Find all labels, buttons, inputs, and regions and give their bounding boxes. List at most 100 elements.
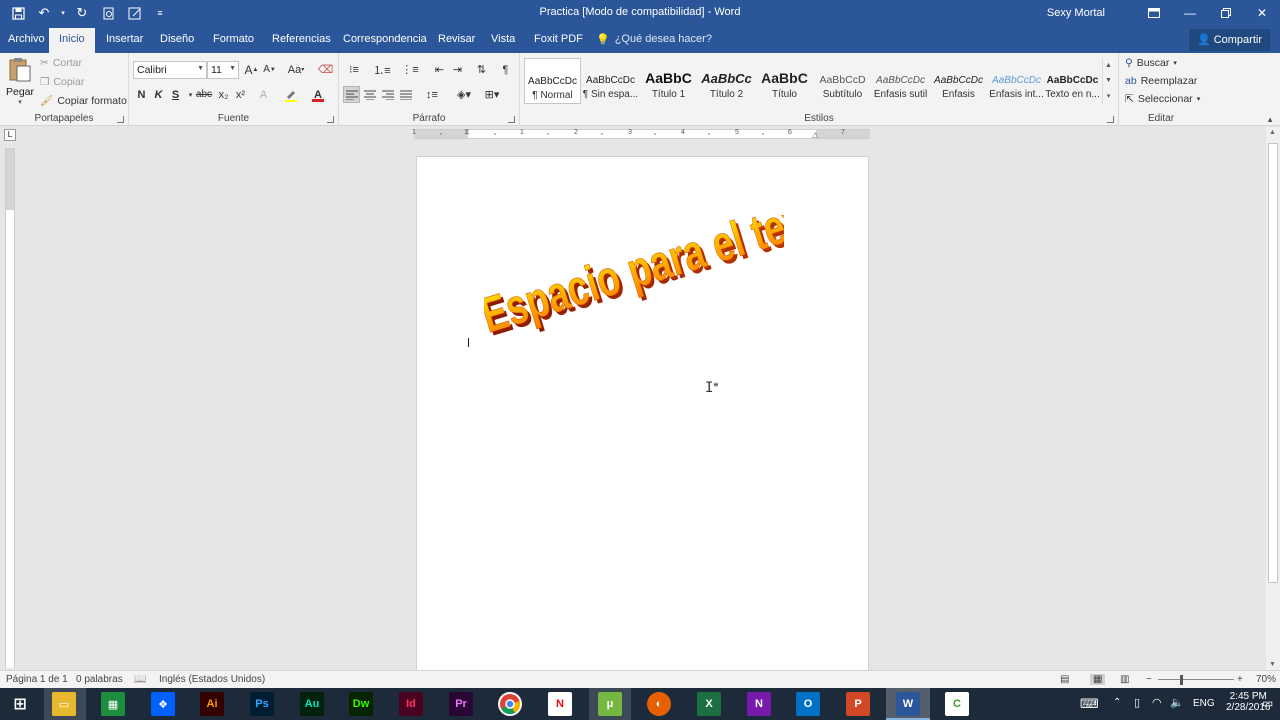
tell-me-box[interactable]: 💡 ¿Qué desea hacer?: [596, 33, 712, 46]
zoom-level[interactable]: 70%: [1256, 674, 1276, 685]
share-button[interactable]: 👤 Compartir: [1188, 29, 1270, 51]
illustrator-icon[interactable]: Ai: [200, 692, 224, 716]
font-name-combo[interactable]: Calibri ▼: [133, 61, 207, 79]
align-center-icon[interactable]: [361, 86, 378, 103]
dropbox-icon[interactable]: ❖: [151, 692, 175, 716]
style-emphasis[interactable]: AaBbCcDc Énfasis: [930, 58, 987, 104]
format-painter-button[interactable]: 🖌 Copiar formato: [40, 94, 127, 108]
shading-icon[interactable]: ◈▾: [453, 86, 475, 103]
web-layout-icon[interactable]: ▥: [1120, 674, 1129, 685]
indent-marker-icon[interactable]: ⧗: [464, 127, 470, 137]
style-intense-emphasis[interactable]: AaBbCcDc Énfasis int...: [988, 58, 1045, 104]
bold-button[interactable]: N: [133, 86, 150, 103]
style-subtle-emphasis[interactable]: AaBbCcDc Énfasis sutil: [872, 58, 929, 104]
tab-diseno[interactable]: Diseño: [160, 33, 194, 45]
style-strong[interactable]: AaBbCcDc Texto en n...: [1044, 58, 1101, 104]
wordart[interactable]: Espacio para el texto Espacio para el te…: [484, 215, 784, 355]
more-icon[interactable]: ▾: [1107, 92, 1111, 100]
increase-indent-icon[interactable]: ⇥: [449, 61, 466, 78]
line-spacing-icon[interactable]: ↕≡: [421, 86, 443, 103]
italic-button[interactable]: K: [150, 86, 167, 103]
style-subtitle[interactable]: AaBbCcD Subtítulo: [814, 58, 871, 104]
dreamweaver-icon[interactable]: Dw: [349, 692, 373, 716]
subscript-button[interactable]: x₂: [215, 86, 232, 103]
styles-launcher-icon[interactable]: [1107, 116, 1114, 123]
decrease-indent-icon[interactable]: ⇤: [431, 61, 448, 78]
word-icon[interactable]: W: [896, 692, 920, 716]
proofing-icon[interactable]: 📖: [134, 674, 146, 685]
sort-icon[interactable]: ⇅: [473, 61, 490, 78]
vertical-ruler[interactable]: [5, 148, 15, 668]
clipboard-launcher-icon[interactable]: [117, 116, 124, 123]
keyboard-icon[interactable]: ⌨: [1080, 696, 1099, 712]
zoom-out-icon[interactable]: −: [1146, 674, 1152, 685]
paste-button[interactable]: Pegar ▾: [6, 57, 34, 106]
chevron-down-icon[interactable]: ▼: [1105, 77, 1112, 84]
bullets-icon[interactable]: ⁝≡: [343, 61, 365, 78]
horizontal-ruler[interactable]: 1 1 2 3 4 5 6 7 ⧗ △: [412, 127, 870, 139]
numbering-icon[interactable]: ⒈≡: [371, 61, 393, 78]
netflix-icon[interactable]: N: [548, 692, 572, 716]
font-color-icon[interactable]: A: [309, 86, 326, 103]
page-count[interactable]: Página 1 de 1: [6, 674, 68, 685]
align-left-icon[interactable]: [343, 86, 360, 103]
find-button[interactable]: ⚲ Buscar ▾: [1125, 57, 1177, 69]
replace-button[interactable]: ab Reemplazar: [1125, 75, 1197, 87]
show-marks-icon[interactable]: ¶: [497, 61, 514, 78]
tab-revisar[interactable]: Revisar: [438, 33, 475, 45]
grow-font-button[interactable]: A ▲: [243, 61, 260, 78]
tab-selector-icon[interactable]: L: [4, 129, 16, 141]
style-normal[interactable]: AaBbCcDc ¶ Normal: [524, 58, 581, 104]
audition-icon[interactable]: Au: [300, 692, 324, 716]
outlook-icon[interactable]: O: [796, 692, 820, 716]
chrome-icon[interactable]: [498, 692, 522, 716]
language[interactable]: Inglés (Estados Unidos): [159, 674, 265, 685]
utorrent-icon[interactable]: μ: [598, 692, 622, 716]
style-heading-1[interactable]: AaBbC Título 1: [640, 58, 697, 104]
read-mode-icon[interactable]: ▤: [1060, 674, 1069, 685]
borders-icon[interactable]: ⊞▾: [481, 86, 503, 103]
chevron-up-icon[interactable]: ▲: [1105, 62, 1112, 69]
battery-icon[interactable]: ▯: [1134, 696, 1140, 709]
tab-insertar[interactable]: Insertar: [106, 33, 143, 45]
print-layout-icon[interactable]: ▦: [1090, 674, 1106, 685]
volume-icon[interactable]: 🔈: [1170, 696, 1184, 709]
change-case-button[interactable]: Aa ▾: [284, 61, 308, 78]
scroll-thumb[interactable]: [1268, 143, 1278, 583]
tab-archivo[interactable]: Archivo: [8, 33, 45, 45]
shrink-font-button[interactable]: A ▼: [261, 61, 278, 78]
zoom-slider-thumb[interactable]: [1180, 675, 1183, 685]
tray-expand-icon[interactable]: ⌃: [1113, 697, 1121, 708]
zoom-in-icon[interactable]: +: [1237, 674, 1243, 685]
style-heading-2[interactable]: AaBbCc Título 2: [698, 58, 755, 104]
right-indent-marker-icon[interactable]: △: [812, 130, 818, 139]
notifications-icon[interactable]: ▭: [1262, 696, 1273, 710]
font-size-combo[interactable]: 11 ▼: [207, 61, 239, 79]
user-name[interactable]: Sexy Mortal: [1047, 7, 1105, 19]
windows-start-icon[interactable]: ⊞: [8, 692, 32, 716]
minimize-icon[interactable]: —: [1172, 0, 1208, 26]
copy-button[interactable]: ❐ Copiar: [40, 76, 84, 88]
photoshop-icon[interactable]: Ps: [250, 692, 274, 716]
word-count[interactable]: 0 palabras: [76, 674, 123, 685]
vertical-scrollbar[interactable]: ▲ ▼: [1266, 127, 1280, 670]
indesign-icon[interactable]: Id: [399, 692, 423, 716]
ribbon-display-options-icon[interactable]: [1136, 0, 1172, 26]
strikethrough-button[interactable]: abc: [194, 86, 214, 103]
sheets-icon[interactable]: ▦: [101, 692, 125, 716]
firefox-icon[interactable]: ◐: [647, 692, 671, 716]
style-no-spacing[interactable]: AaBbCcDc ¶ Sin espa...: [582, 58, 639, 104]
tab-vista[interactable]: Vista: [491, 33, 515, 45]
wifi-icon[interactable]: ◠: [1152, 696, 1162, 709]
cut-button[interactable]: ✂ Cortar: [40, 57, 82, 69]
styles-gallery-scroll[interactable]: ▲ ▼ ▾: [1102, 58, 1114, 104]
camtasia-icon[interactable]: C: [945, 692, 969, 716]
file-explorer-icon[interactable]: ▭: [52, 692, 76, 716]
scroll-up-icon[interactable]: ▲: [1269, 129, 1276, 136]
justify-icon[interactable]: [397, 86, 414, 103]
close-icon[interactable]: ✕: [1244, 0, 1280, 26]
tab-inicio[interactable]: Inicio: [49, 28, 95, 53]
zoom-slider[interactable]: [1158, 679, 1234, 680]
premiere-icon[interactable]: Pr: [449, 692, 473, 716]
excel-icon[interactable]: X: [697, 692, 721, 716]
